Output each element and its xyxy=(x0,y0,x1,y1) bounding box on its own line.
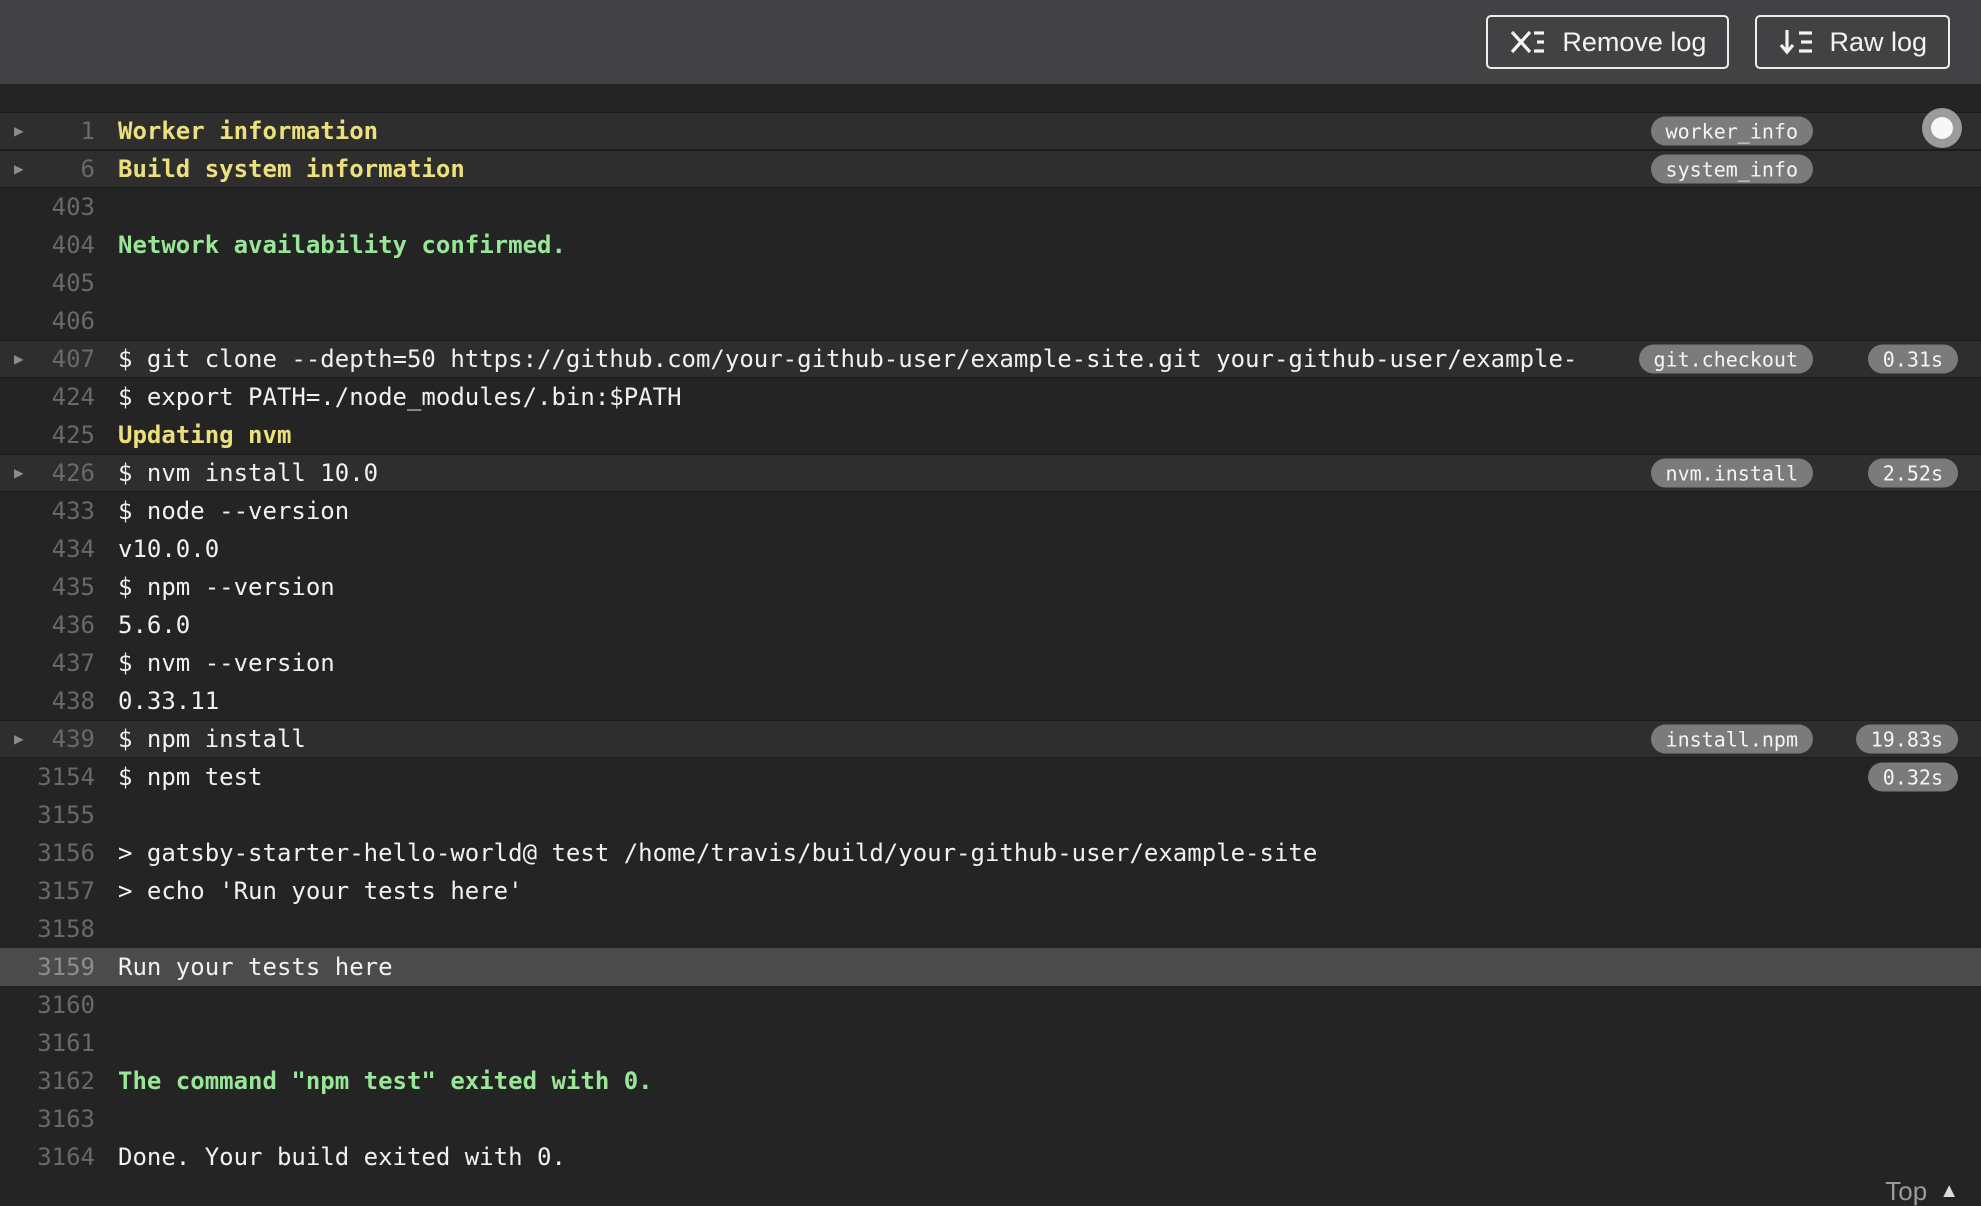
log-line[interactable]: 3157 > echo 'Run your tests here' xyxy=(0,872,1981,910)
fold-name-badge: nvm.install xyxy=(1650,458,1813,488)
log-line[interactable]: 434 v10.0.0 xyxy=(0,530,1981,568)
line-number[interactable]: 3154 xyxy=(0,763,95,791)
line-text: > echo 'Run your tests here' xyxy=(118,877,523,905)
log-line[interactable]: 437 $ nvm --version xyxy=(0,644,1981,682)
log-line[interactable]: 3160 xyxy=(0,986,1981,1024)
log-line[interactable]: 404 Network availability confirmed. xyxy=(0,226,1981,264)
log-line[interactable]: 3155 xyxy=(0,796,1981,834)
log-line[interactable]: 3164 Done. Your build exited with 0. xyxy=(0,1138,1981,1176)
line-number[interactable]: 3159 xyxy=(0,953,95,981)
line-text: > gatsby-starter-hello-world@ test /home… xyxy=(118,839,1318,867)
log: ▶ 1 Worker information worker_info ▶ 6 B… xyxy=(0,84,1981,1176)
fold-caret-icon[interactable]: ▶ xyxy=(14,123,24,139)
line-text: Done. Your build exited with 0. xyxy=(118,1143,566,1171)
log-line[interactable]: ▶ 426 $ nvm install 10.0 nvm.install 2.5… xyxy=(0,454,1981,492)
raw-log-button[interactable]: Raw log xyxy=(1755,15,1950,69)
line-text: 0.33.11 xyxy=(118,687,220,715)
log-line[interactable]: 405 xyxy=(0,264,1981,302)
line-number[interactable]: 434 xyxy=(0,535,95,563)
line-text: $ node --version xyxy=(118,497,350,525)
fold-name-badge: worker_info xyxy=(1650,116,1813,146)
line-number[interactable]: 403 xyxy=(0,193,95,221)
fold-caret-icon[interactable]: ▶ xyxy=(14,351,24,367)
line-number[interactable]: 436 xyxy=(0,611,95,639)
log-line[interactable]: 3163 xyxy=(0,1100,1981,1138)
duration-badge: 19.83s xyxy=(1855,724,1958,754)
log-line[interactable]: 3161 xyxy=(0,1024,1981,1062)
line-number[interactable]: 3161 xyxy=(0,1029,95,1057)
log-line[interactable]: 3154 $ npm test 0.32s xyxy=(0,758,1981,796)
footer: Top ▲ xyxy=(0,1176,1981,1206)
line-text: 5.6.0 xyxy=(118,611,191,639)
log-line[interactable]: 436 5.6.0 xyxy=(0,606,1981,644)
line-number[interactable]: 3164 xyxy=(0,1143,95,1171)
log-line[interactable]: ▶ 439 $ npm install install.npm 19.83s xyxy=(0,720,1981,758)
line-text: Run your tests here xyxy=(118,953,393,981)
scroll-position-indicator[interactable] xyxy=(1922,108,1962,148)
remove-log-label: Remove log xyxy=(1562,26,1707,57)
log-line[interactable]: 3159 Run your tests here xyxy=(0,948,1981,986)
line-number[interactable]: 437 xyxy=(0,649,95,677)
fold-caret-icon[interactable]: ▶ xyxy=(14,161,24,177)
scroll-position-dot-icon xyxy=(1931,117,1953,139)
line-number[interactable]: 435 xyxy=(0,573,95,601)
line-number[interactable]: 3162 xyxy=(0,1067,95,1095)
line-text: $ export PATH=./node_modules/.bin:$PATH xyxy=(118,383,682,411)
duration-badge: 0.32s xyxy=(1867,762,1958,792)
log-line[interactable]: ▶ 407 $ git clone --depth=50 https://git… xyxy=(0,340,1981,378)
duration-badge: 0.31s xyxy=(1867,344,1958,374)
log-line[interactable]: 406 xyxy=(0,302,1981,340)
line-number[interactable]: 3156 xyxy=(0,839,95,867)
caret-up-icon: ▲ xyxy=(1939,1180,1959,1202)
log-line[interactable]: 403 xyxy=(0,188,1981,226)
log-line[interactable]: 435 $ npm --version xyxy=(0,568,1981,606)
line-number[interactable]: 405 xyxy=(0,269,95,297)
line-number[interactable]: 425 xyxy=(0,421,95,449)
line-number[interactable]: 3163 xyxy=(0,1105,95,1133)
remove-log-icon xyxy=(1509,26,1547,58)
log-line[interactable]: 438 0.33.11 xyxy=(0,682,1981,720)
log-line[interactable]: 3156 > gatsby-starter-hello-world@ test … xyxy=(0,834,1981,872)
line-number[interactable]: 406 xyxy=(0,307,95,335)
fold-name-badge: install.npm xyxy=(1650,724,1813,754)
fold-caret-icon[interactable]: ▶ xyxy=(14,465,24,481)
line-text: $ npm test xyxy=(118,763,263,791)
log-line[interactable]: 3158 xyxy=(0,910,1981,948)
line-number[interactable]: 424 xyxy=(0,383,95,411)
log-line[interactable]: 3162 The command "npm test" exited with … xyxy=(0,1062,1981,1100)
line-number[interactable]: 3157 xyxy=(0,877,95,905)
log-line[interactable]: 424 $ export PATH=./node_modules/.bin:$P… xyxy=(0,378,1981,416)
log-line[interactable]: 433 $ node --version xyxy=(0,492,1981,530)
duration-badge: 2.52s xyxy=(1867,458,1958,488)
log-line[interactable]: 425 Updating nvm xyxy=(0,416,1981,454)
line-number[interactable]: 3158 xyxy=(0,915,95,943)
fold-name-badge: system_info xyxy=(1650,154,1813,184)
line-number[interactable]: 433 xyxy=(0,497,95,525)
line-text: v10.0.0 xyxy=(118,535,220,563)
fold-name-badge: git.checkout xyxy=(1638,344,1813,374)
toolbar: Remove log Raw log xyxy=(0,0,1981,84)
line-number[interactable]: 3160 xyxy=(0,991,95,1019)
top-label: Top xyxy=(1885,1176,1928,1206)
raw-log-label: Raw log xyxy=(1829,26,1927,57)
line-text: Network availability confirmed. xyxy=(118,231,566,259)
line-text: $ npm --version xyxy=(118,573,335,601)
line-number[interactable]: 438 xyxy=(0,687,95,715)
log-line[interactable]: ▶ 1 Worker information worker_info xyxy=(0,112,1981,150)
line-number[interactable]: 404 xyxy=(0,231,95,259)
remove-log-button[interactable]: Remove log xyxy=(1486,15,1730,69)
scroll-to-top-link[interactable]: Top ▲ xyxy=(1885,1178,1959,1204)
line-text: $ nvm --version xyxy=(118,649,335,677)
raw-log-icon xyxy=(1778,26,1814,58)
line-text: Updating nvm xyxy=(118,421,292,449)
line-text: The command "npm test" exited with 0. xyxy=(118,1067,653,1095)
fold-caret-icon[interactable]: ▶ xyxy=(14,731,24,747)
log-line[interactable]: ▶ 6 Build system information system_info xyxy=(0,150,1981,188)
line-number[interactable]: 3155 xyxy=(0,801,95,829)
